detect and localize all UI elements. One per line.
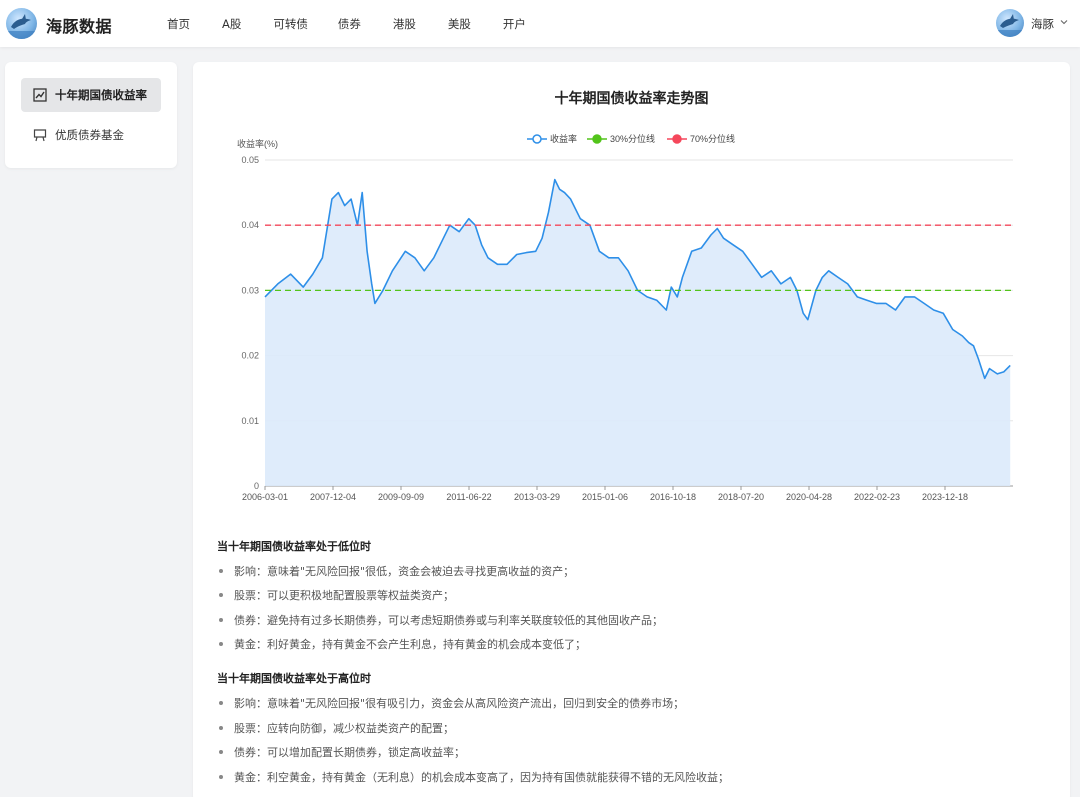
x-tick-label: 2015-01-06 — [582, 492, 628, 502]
nav-item-convertible-bonds[interactable]: 可转债 — [273, 16, 308, 32]
presentation-board-icon — [33, 129, 47, 142]
sidebar-item-bond-funds[interactable]: 优质债券基金 — [21, 118, 161, 152]
list-item: 债券：可以增加配置长期债券，锁定高收益率； — [219, 744, 465, 760]
section-title-high: 当十年期国债收益率处于高位时 — [217, 672, 371, 685]
nav-item-home[interactable]: 首页 — [167, 16, 190, 32]
yield-chart: 收益率(%) 0 0.01 0.02 0.03 0.04 0.05 2006-03-01 200… — [237, 133, 1013, 502]
brand-name[interactable]: 海豚数据 — [46, 13, 112, 37]
list-item: 黄金：利好黄金，持有黄金不会产生利息，持有黄金的机会成本变低了； — [219, 636, 586, 652]
y-tick-label: 0.04 — [241, 220, 259, 230]
y-tick-label: 0 — [254, 481, 259, 491]
y-axis-label: 收益率(%) — [237, 138, 278, 149]
nav-item-bonds[interactable]: 债券 — [338, 16, 361, 32]
y-tick-label: 0.01 — [241, 416, 259, 426]
sidebar-item-treasury-yield[interactable]: 十年期国债收益率 — [21, 78, 161, 112]
chevron-down-icon[interactable] — [1059, 17, 1069, 27]
x-tick-label: 2022-02-23 — [854, 492, 900, 502]
x-tick-label: 2016-10-18 — [650, 492, 696, 502]
x-tick-label: 2020-04-28 — [786, 492, 832, 502]
legend-marker — [672, 134, 682, 144]
x-tick-label: 2006-03-01 — [242, 492, 288, 502]
main-content: 十年期国债收益率走势图 收益率(%) 0 0.01 0.02 0.03 0.04 0.05 2… — [193, 62, 1070, 797]
x-tick-label: 2018-07-20 — [718, 492, 764, 502]
line-chart-icon — [33, 88, 47, 102]
x-tick-label: 2023-12-18 — [922, 492, 968, 502]
nav-item-us-stocks[interactable]: 美股 — [448, 16, 471, 32]
sidebar-item-label: 十年期国债收益率 — [55, 88, 147, 102]
user-name[interactable]: 海豚 — [1031, 16, 1054, 32]
legend-label: 30%分位线 — [610, 133, 655, 144]
section-title-low: 当十年期国债收益率处于低位时 — [217, 540, 371, 553]
legend-label: 收益率 — [550, 133, 577, 144]
list-item: 黄金：利空黄金，持有黄金（无利息）的机会成本变高了，因为持有国债就能获得不错的无… — [219, 769, 729, 785]
list-item: 影响：意味着"无风险回报"很低，资金会被迫去寻找更高收益的资产； — [219, 563, 574, 579]
y-tick-label: 0.03 — [241, 285, 259, 295]
list-item: 股票：可以更积极地配置股票等权益类资产； — [219, 587, 454, 603]
sidebar: 十年期国债收益率 优质债券基金 — [5, 62, 177, 168]
nav-item-hk-stocks[interactable]: 港股 — [393, 16, 416, 32]
legend-label: 70%分位线 — [690, 133, 735, 144]
x-tick-label: 2013-03-29 — [514, 492, 560, 502]
x-tick-label: 2011-06-22 — [446, 492, 491, 502]
top-navigation-bar: 海豚数据 首页 A股 可转债 债券 港股 美股 开户 海豚 — [0, 0, 1080, 47]
list-item: 债券：避免持有过多长期债券，可以考虑短期债券或与利率关联度较低的其他固收产品； — [219, 612, 663, 628]
list-item: 影响：意味着"无风险回报"很有吸引力，资金会从高风险资产流出，回归到安全的债券市… — [219, 695, 684, 711]
x-tick-label: 2007-12-04 — [310, 492, 356, 502]
legend-marker — [532, 134, 542, 144]
nav-item-a-shares[interactable]: A股 — [222, 16, 241, 32]
sidebar-item-label: 优质债券基金 — [55, 128, 124, 142]
y-tick-label: 0.05 — [241, 155, 259, 165]
legend-marker — [592, 134, 602, 144]
list-item: 股票：应转向防御，减少权益类资产的配置； — [219, 720, 454, 736]
main-nav: 首页 A股 可转债 债券 港股 美股 开户 — [158, 0, 526, 47]
x-tick-label: 2009-09-09 — [378, 492, 424, 502]
nav-item-open-account[interactable]: 开户 — [503, 16, 526, 32]
y-tick-label: 0.02 — [241, 351, 259, 361]
dolphin-logo-icon[interactable] — [6, 8, 37, 39]
user-avatar[interactable] — [996, 9, 1024, 37]
